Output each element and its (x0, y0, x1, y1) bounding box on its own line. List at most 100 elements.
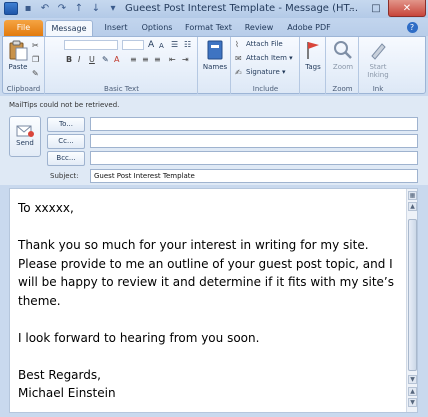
ink-group-label: Ink (372, 85, 384, 93)
up-arrow-icon[interactable]: ↑ (72, 2, 86, 15)
send-label: Send (16, 139, 34, 147)
help-button[interactable]: ? (404, 20, 420, 36)
group-clipboard: Paste ✂ ❐ ✎ Clipboard (3, 37, 45, 94)
bold-icon[interactable]: B (66, 55, 72, 65)
italic-icon[interactable]: I (78, 55, 80, 65)
bullets-icon[interactable]: ☰ (171, 40, 178, 50)
paste-button[interactable]: Paste (5, 39, 31, 71)
attach-file-button[interactable]: ⌇ Attach File (235, 39, 283, 50)
tab-insert[interactable]: Insert (102, 20, 130, 36)
signature-line: Michael Einstein (18, 386, 116, 400)
help-icon: ? (406, 22, 418, 33)
body-text[interactable]: To xxxxx, Thank you so much for your int… (18, 199, 403, 403)
to-button[interactable]: To... (47, 117, 85, 132)
tags-button[interactable]: Tags (297, 39, 329, 71)
signature-button[interactable]: ✍ Signature ▾ (235, 67, 286, 78)
ruler-toggle-icon[interactable]: ▦ (408, 191, 417, 200)
grow-font-icon[interactable]: A (148, 40, 154, 50)
format-painter-icon[interactable]: ✎ (32, 69, 39, 79)
align-right-icon[interactable]: ≡ (154, 55, 161, 65)
group-ink: Start Inking Ink (360, 37, 396, 94)
basic-text-group-label: Basic Text (104, 85, 139, 93)
envelope-icon: ✉ (235, 54, 242, 63)
names-label: Names (202, 63, 228, 71)
chevron-down-icon: ▾ (279, 68, 286, 76)
redo-icon[interactable]: ↷ (55, 2, 69, 15)
undo-icon[interactable]: ↶ (38, 2, 52, 15)
title-bar: ▪ ↶ ↷ ↑ ↓ ▾ Gueest Post Interest Templat… (0, 0, 428, 18)
scroll-up-icon[interactable]: ▲ (408, 202, 417, 211)
tab-file[interactable]: File (4, 20, 43, 36)
cut-icon[interactable]: ✂ (32, 41, 39, 51)
save-icon[interactable]: ▪ (21, 2, 35, 15)
signature-icon: ✍ (235, 68, 242, 77)
names-button[interactable]: Names (199, 39, 231, 71)
signature-label: Signature (246, 68, 280, 76)
tab-review[interactable]: Review (243, 20, 275, 36)
align-left-icon[interactable]: ≡ (130, 55, 137, 65)
numbering-icon[interactable]: ☷ (184, 40, 191, 50)
align-center-icon[interactable]: ≡ (142, 55, 149, 65)
attach-item-label: Attach Item (246, 54, 287, 62)
ribbon: Paste ✂ ❐ ✎ Clipboard A A ☰ ☷ B I U ✎ A … (2, 36, 426, 94)
underline-icon[interactable]: U (89, 55, 95, 65)
tab-message[interactable]: Message (45, 20, 93, 36)
body-paragraph-1: Thank you so much for your interest in w… (18, 238, 394, 308)
minimize-button[interactable]: – (340, 0, 364, 17)
vertical-scrollbar[interactable]: ▦ ▲ ▼ ▲ ▼ (406, 189, 417, 412)
scrollbar-thumb[interactable] (408, 219, 417, 371)
outlook-app-icon[interactable] (4, 2, 18, 15)
quick-access-toolbar: ▪ ↶ ↷ ↑ ↓ ▾ (4, 2, 120, 15)
tab-options[interactable]: Options (139, 20, 175, 36)
maximize-button[interactable]: □ (364, 0, 388, 17)
to-field[interactable] (90, 117, 418, 131)
start-inking-button[interactable]: Start Inking (362, 39, 394, 79)
decrease-indent-icon[interactable]: ⇤ (169, 55, 176, 65)
message-body[interactable]: To xxxxx, Thank you so much for your int… (9, 188, 418, 413)
send-icon (16, 123, 34, 137)
next-page-icon[interactable]: ▼ (408, 398, 417, 407)
font-color-icon[interactable]: A (114, 55, 119, 65)
group-basic-text: A A ☰ ☷ B I U ✎ A ≡ ≡ ≡ ⇤ ⇥ Basic Text (46, 37, 198, 94)
send-button[interactable]: Send (9, 116, 41, 157)
copy-icon[interactable]: ❐ (32, 55, 39, 65)
previous-page-icon[interactable]: ▲ (408, 387, 417, 396)
mailtips-message: MailTips could not be retrieved. (9, 101, 120, 109)
zoom-button[interactable]: Zoom (327, 39, 359, 71)
subject-label: Subject: (50, 172, 79, 180)
window-controls: – □ ✕ (340, 0, 426, 17)
scroll-down-icon[interactable]: ▼ (408, 375, 417, 384)
tags-label: Tags (305, 63, 321, 71)
group-tags: Tags (301, 37, 326, 94)
close-button[interactable]: ✕ (388, 0, 426, 17)
tab-adobe-pdf[interactable]: Adobe PDF (286, 20, 332, 36)
highlight-icon[interactable]: ✎ (102, 55, 109, 65)
paperclip-icon: ⌇ (235, 40, 239, 49)
start-inking-label: Start Inking (367, 63, 389, 79)
customize-qat-icon[interactable]: ▾ (106, 2, 120, 15)
flag-icon (302, 39, 324, 61)
paste-label: Paste (8, 63, 28, 71)
greeting-line: To xxxxx, (18, 201, 74, 215)
cc-field[interactable] (90, 134, 418, 148)
font-name-dropdown[interactable] (64, 40, 118, 50)
include-group-label: Include (252, 85, 279, 93)
cc-button[interactable]: Cc... (47, 134, 85, 149)
bcc-field[interactable] (90, 151, 418, 165)
attach-file-label: Attach File (246, 40, 283, 48)
down-arrow-icon[interactable]: ↓ (89, 2, 103, 15)
increase-indent-icon[interactable]: ⇥ (182, 55, 189, 65)
font-size-dropdown[interactable] (122, 40, 144, 50)
closing-line: Best Regards, (18, 367, 101, 382)
ribbon-tabs: File Message Insert Options Format Text … (0, 18, 428, 36)
pen-icon (367, 39, 389, 61)
subject-field[interactable]: Guest Post Interest Template (90, 169, 418, 183)
group-zoom: Zoom Zoom (327, 37, 359, 94)
shrink-font-icon[interactable]: A (159, 41, 164, 51)
window-title: Gueest Post Interest Template - Message … (125, 3, 358, 14)
attach-item-button[interactable]: ✉ Attach Item ▾ (235, 53, 293, 64)
magnifier-icon (332, 39, 354, 61)
paste-icon (7, 39, 29, 61)
bcc-button[interactable]: Bcc... (47, 151, 85, 166)
tab-format-text[interactable]: Format Text (185, 20, 232, 36)
